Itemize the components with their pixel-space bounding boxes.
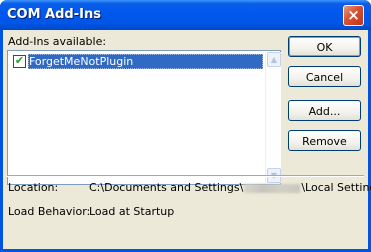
load-behavior-label: Load Behavior: [8,205,91,218]
location-prefix: C:\Documents and Settings\ [89,181,244,194]
close-icon: × [347,6,360,24]
location-label: Location: [8,181,59,194]
addin-checkbox[interactable]: ✔ [13,54,26,68]
addin-name[interactable]: ForgetMeNotPlugin [28,54,263,69]
dialog-client-area: Add-Ins available: ✔ ForgetMeNotPlugin ▲… [3,30,371,249]
location-value: C:\Documents and Settings\ \Local Setting… [89,181,371,194]
addins-listbox[interactable]: ✔ ForgetMeNotPlugin ▲ ▼ [7,50,281,185]
load-behavior-value: Load at Startup [89,205,175,218]
list-item[interactable]: ✔ ForgetMeNotPlugin [11,54,263,69]
window-title: COM Add-Ins [7,7,101,22]
remove-button[interactable]: Remove [288,130,361,151]
separator [7,175,364,177]
scroll-up-button[interactable]: ▲ [267,52,281,67]
cancel-button[interactable]: Cancel [288,66,361,87]
com-addins-dialog: COM Add-Ins × Add-Ins available: ✔ Forge… [0,0,371,252]
addins-available-label: Add-Ins available: [8,35,107,48]
close-button[interactable]: × [343,5,364,26]
checkmark-icon: ✔ [14,54,25,67]
title-bar[interactable]: COM Add-Ins × [0,0,371,30]
chevron-up-icon: ▲ [270,55,278,64]
redacted-username [244,183,301,193]
ok-button[interactable]: OK [288,36,361,57]
listbox-scrollbar[interactable]: ▲ ▼ [265,52,281,183]
add-button[interactable]: Add... [288,100,361,121]
location-suffix: \Local Settings [301,181,371,194]
